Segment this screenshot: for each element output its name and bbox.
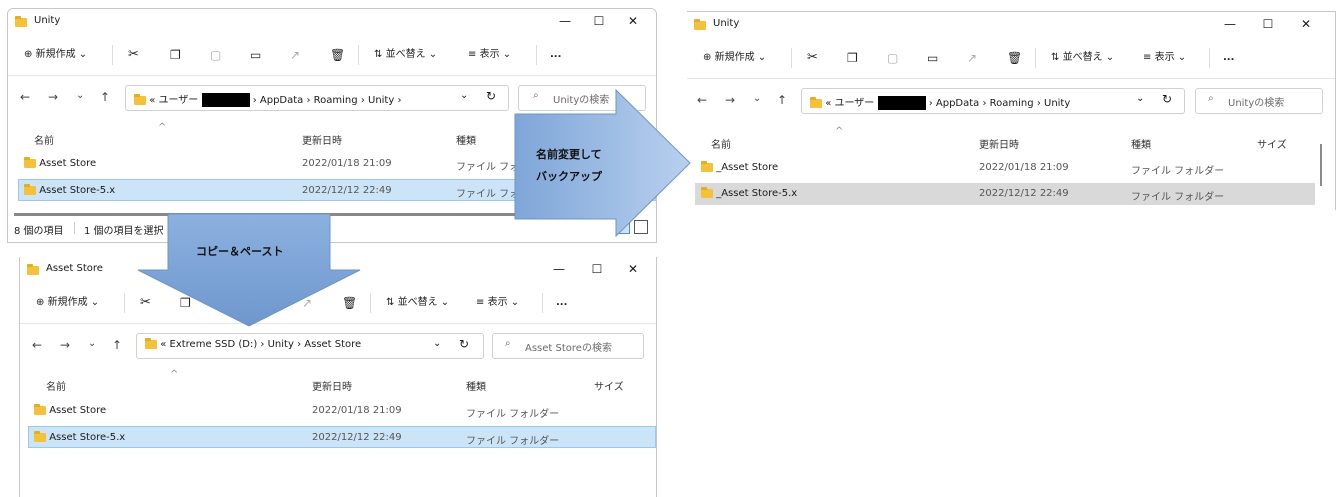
copy-paste-arrow — [137, 213, 361, 327]
rename-backup-label-line1: 名前変更して — [536, 148, 602, 161]
rename-arrow — [514, 88, 691, 238]
rename-backup-label-line2: バックアップ — [536, 170, 602, 183]
copy-paste-label: コピー＆ペースト — [196, 245, 284, 258]
